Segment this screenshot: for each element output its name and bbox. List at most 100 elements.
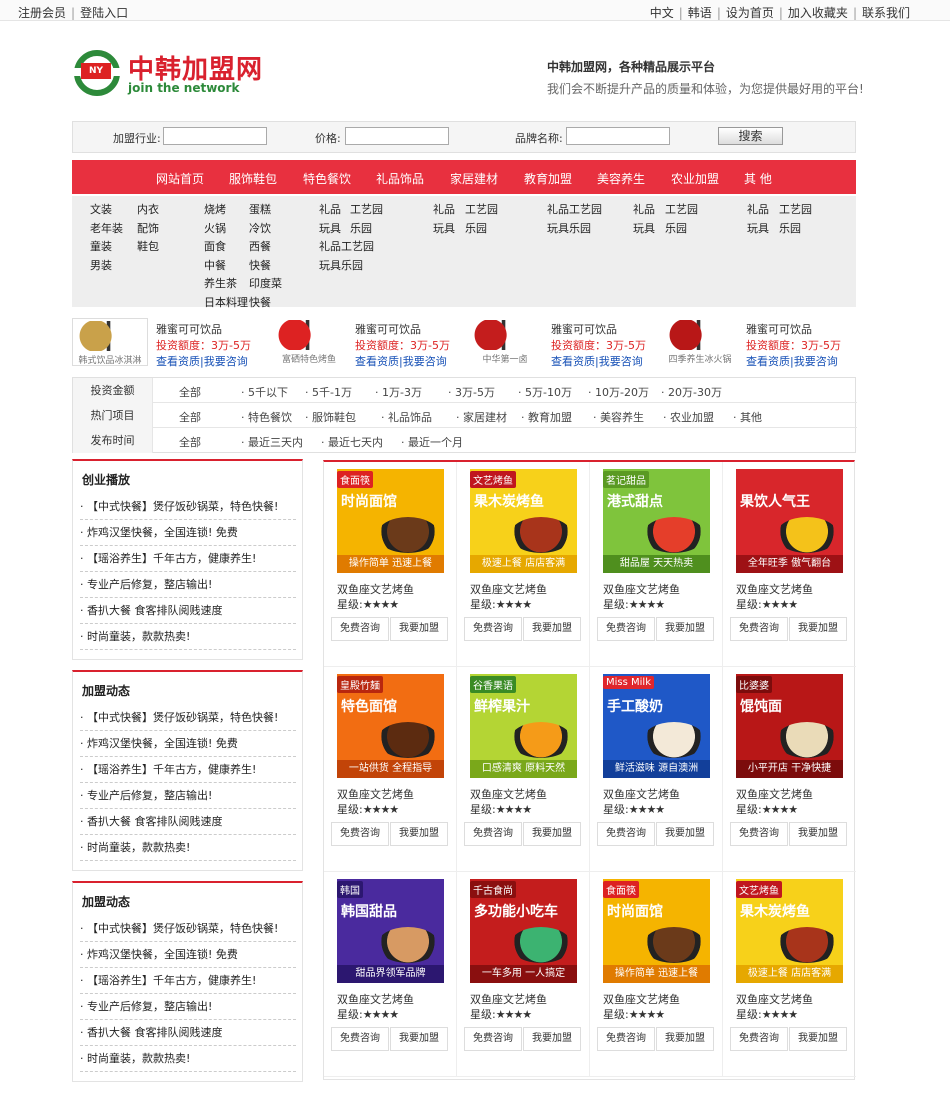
price-input[interactable]: [345, 127, 449, 145]
subnav-link[interactable]: 乐园: [779, 220, 801, 236]
join-button[interactable]: 我要加盟: [789, 822, 847, 846]
join-button[interactable]: 我要加盟: [656, 617, 714, 641]
product-image[interactable]: 食面筷 时尚面馆 操作简单 迅速上餐: [337, 469, 444, 573]
free-consult-button[interactable]: 免费咨询: [331, 1027, 389, 1051]
join-button[interactable]: 我要加盟: [656, 822, 714, 846]
filter-option[interactable]: · 教育加盟: [521, 409, 572, 425]
filter-option[interactable]: · 1万-3万: [375, 384, 422, 400]
filter-option[interactable]: · 最近三天内: [241, 434, 303, 450]
free-consult-button[interactable]: 免费咨询: [464, 1027, 522, 1051]
news-item[interactable]: · 【瑶浴养生】千年古方，健康养生!: [80, 968, 296, 994]
nav-clothing[interactable]: 服饰鞋包: [229, 170, 277, 187]
filter-option[interactable]: · 5千-1万: [305, 384, 352, 400]
nav-home[interactable]: 网站首页: [156, 170, 204, 187]
subnav-link[interactable]: 礼品工艺园: [319, 238, 374, 254]
brand-logo[interactable]: 四季养生冰火锅: [662, 318, 738, 366]
subnav-link[interactable]: 玩具: [747, 220, 769, 236]
subnav-link[interactable]: 鞋包: [137, 238, 159, 254]
filter-option[interactable]: 全部: [179, 384, 201, 400]
filter-option[interactable]: 全部: [179, 409, 201, 425]
filter-option[interactable]: · 其他: [733, 409, 762, 425]
subnav-link[interactable]: 蛋糕: [249, 201, 271, 217]
subnav-link[interactable]: 礼品: [319, 201, 341, 217]
subnav-link[interactable]: 工艺园: [350, 201, 383, 217]
join-button[interactable]: 我要加盟: [523, 1027, 581, 1051]
nav-education[interactable]: 教育加盟: [524, 170, 572, 187]
subnav-link[interactable]: 工艺园: [465, 201, 498, 217]
subnav-link[interactable]: 礼品: [633, 201, 655, 217]
product-name[interactable]: 双鱼座文艺烤鱼: [470, 991, 547, 1007]
news-item[interactable]: · 【中式快餐】煲仔饭砂锅菜，特色快餐!: [80, 494, 296, 520]
news-item[interactable]: · 炸鸡汉堡快餐，全国连锁! 免费: [80, 520, 296, 546]
product-name[interactable]: 双鱼座文艺烤鱼: [603, 581, 680, 597]
brand-name[interactable]: 雅蜜可可饮品: [156, 321, 222, 337]
news-item[interactable]: · 【瑶浴养生】千年古方，健康养生!: [80, 546, 296, 572]
nav-gifts[interactable]: 礼品饰品: [376, 170, 424, 187]
news-item[interactable]: · 【中式快餐】煲仔饭砂锅菜，特色快餐!: [80, 705, 296, 731]
subnav-link[interactable]: 印度菜: [249, 275, 282, 291]
product-image[interactable]: 千古食尚 多功能小吃车 一车多用 一人搞定: [470, 879, 577, 983]
filter-option[interactable]: · 最近七天内: [321, 434, 383, 450]
brand-logo[interactable]: 富硒特色烤鱼: [271, 318, 347, 366]
filter-option[interactable]: · 5千以下: [241, 384, 288, 400]
join-button[interactable]: 我要加盟: [390, 1027, 448, 1051]
news-item[interactable]: · 炸鸡汉堡快餐，全国连锁! 免费: [80, 942, 296, 968]
free-consult-button[interactable]: 免费咨询: [597, 822, 655, 846]
nav-home-decor[interactable]: 家居建材: [450, 170, 498, 187]
brand-item[interactable]: 四季养生冰火锅 雅蜜可可饮品 投资额度：3万-5万 查看资质|我要咨询: [662, 318, 858, 370]
filter-option[interactable]: · 礼品饰品: [381, 409, 432, 425]
product-name[interactable]: 双鱼座文艺烤鱼: [736, 786, 813, 802]
join-button[interactable]: 我要加盟: [390, 617, 448, 641]
product-image[interactable]: 食面筷 时尚面馆 操作简单 迅速上餐: [603, 879, 710, 983]
subnav-link[interactable]: 工艺园: [665, 201, 698, 217]
join-button[interactable]: 我要加盟: [789, 1027, 847, 1051]
product-image[interactable]: 文艺烤鱼 果木炭烤鱼 极速上餐 店店客满: [470, 469, 577, 573]
free-consult-button[interactable]: 免费咨询: [730, 1027, 788, 1051]
filter-option[interactable]: · 10万-20万: [588, 384, 649, 400]
product-name[interactable]: 双鱼座文艺烤鱼: [470, 786, 547, 802]
consult-link[interactable]: 我要咨询: [599, 355, 643, 368]
subnav-link[interactable]: 快餐: [249, 257, 271, 273]
subnav-link[interactable]: 面食: [204, 238, 226, 254]
subnav-link[interactable]: 老年装: [90, 220, 123, 236]
subnav-link[interactable]: 乐园: [665, 220, 687, 236]
subnav-link[interactable]: 礼品工艺园: [547, 201, 602, 217]
news-item[interactable]: · 时尚童装，款款热卖!: [80, 1046, 296, 1072]
product-image[interactable]: 皇殿竹麺 特色面馆 一站供货 全程指导: [337, 674, 444, 778]
brand-logo[interactable]: 中华第一卤: [467, 318, 543, 366]
subnav-link[interactable]: 乐园: [350, 220, 372, 236]
news-item[interactable]: · 专业产后修复，整店输出!: [80, 994, 296, 1020]
free-consult-button[interactable]: 免费咨询: [730, 822, 788, 846]
product-image[interactable]: 比婆婆 馄饨面 小平开店 干净快捷: [736, 674, 843, 778]
subnav-link[interactable]: 烧烤: [204, 201, 226, 217]
subnav-link[interactable]: 养生茶: [204, 275, 237, 291]
subnav-link[interactable]: 日本料理: [204, 294, 248, 310]
free-consult-button[interactable]: 免费咨询: [597, 1027, 655, 1051]
industry-input[interactable]: [163, 127, 267, 145]
subnav-link[interactable]: 火锅: [204, 220, 226, 236]
subnav-link[interactable]: 中餐: [204, 257, 226, 273]
product-name[interactable]: 双鱼座文艺烤鱼: [337, 581, 414, 597]
filter-option[interactable]: · 20万-30万: [661, 384, 722, 400]
free-consult-button[interactable]: 免费咨询: [464, 617, 522, 641]
brand-item[interactable]: 富硒特色烤鱼 雅蜜可可饮品 投资额度：3万-5万 查看资质|我要咨询: [271, 318, 467, 370]
subnav-link[interactable]: 礼品: [433, 201, 455, 217]
consult-link[interactable]: 我要咨询: [204, 355, 248, 368]
filter-option[interactable]: · 3万-5万: [448, 384, 495, 400]
brand-item[interactable]: 韩式饮品冰淇淋 雅蜜可可饮品 投资额度：3万-5万 查看资质|我要咨询: [72, 318, 268, 370]
news-item[interactable]: · 时尚童装，款款热卖!: [80, 624, 296, 650]
join-button[interactable]: 我要加盟: [390, 822, 448, 846]
login-link[interactable]: 登陆入口: [80, 6, 128, 20]
brand-name[interactable]: 雅蜜可可饮品: [746, 321, 812, 337]
filter-option[interactable]: · 特色餐饮: [241, 409, 292, 425]
free-consult-button[interactable]: 免费咨询: [597, 617, 655, 641]
news-item[interactable]: · 香扒大餐 食客排队阅贱速度: [80, 809, 296, 835]
news-item[interactable]: · 【中式快餐】煲仔饭砂锅菜，特色快餐!: [80, 916, 296, 942]
product-name[interactable]: 双鱼座文艺烤鱼: [603, 991, 680, 1007]
product-image[interactable]: 茗记甜品 港式甜点 甜品屋 天天热卖: [603, 469, 710, 573]
filter-option[interactable]: · 农业加盟: [663, 409, 714, 425]
subnav-link[interactable]: 乐园: [465, 220, 487, 236]
news-item[interactable]: · 炸鸡汉堡快餐，全国连锁! 免费: [80, 731, 296, 757]
consult-link[interactable]: 我要咨询: [403, 355, 447, 368]
filter-option[interactable]: 全部: [179, 434, 201, 450]
